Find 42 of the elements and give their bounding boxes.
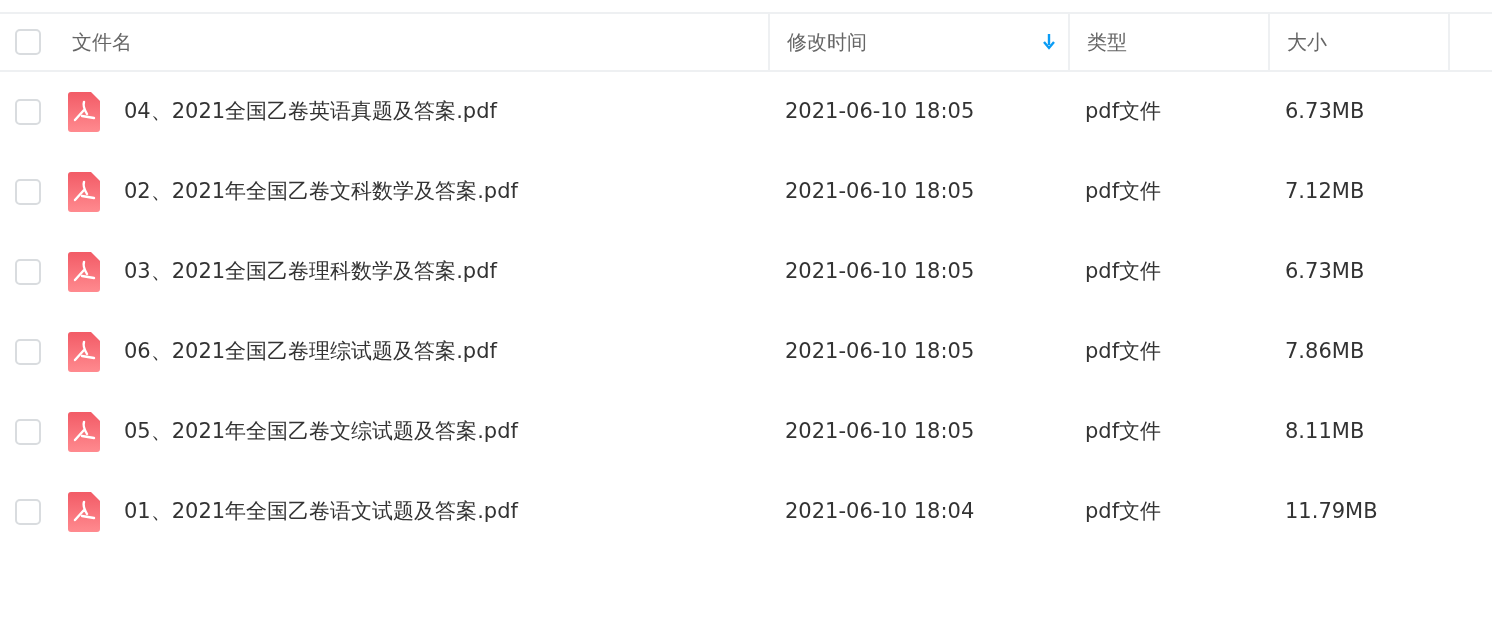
sort-arrow-icon[interactable] [1042,33,1056,51]
modified-time: 2021-06-10 18:05 [785,418,975,446]
file-type: pdf文件 [1085,498,1162,526]
file-name[interactable]: 03、2021全国乙卷理科数学及答案.pdf [124,256,497,288]
column-header[interactable]: 修改时间 [787,27,867,57]
file-name[interactable]: 02、2021年全国乙卷文科数学及答案.pdf [124,176,518,208]
file-name[interactable]: 06、2021全国乙卷理综试题及答案.pdf [124,336,497,368]
column-header[interactable]: 文件名 [72,27,132,57]
pdf-file-icon [68,332,100,372]
file-size: 8.11MB [1285,418,1365,446]
checkbox[interactable] [15,339,41,365]
file-type: pdf文件 [1085,258,1162,286]
file-name[interactable]: 01、2021年全国乙卷语文试题及答案.pdf [124,496,518,528]
file-name[interactable]: 04、2021全国乙卷英语真题及答案.pdf [124,96,497,128]
pdf-file-icon [68,172,100,212]
checkbox[interactable] [15,29,41,55]
column-header[interactable]: 大小 [1287,27,1327,57]
checkbox[interactable] [15,99,41,125]
file-size: 6.73MB [1285,258,1365,286]
pdf-file-icon [68,92,100,132]
checkbox[interactable] [15,259,41,285]
checkbox[interactable] [15,499,41,525]
modified-time: 2021-06-10 18:05 [785,338,975,366]
checkbox[interactable] [15,419,41,445]
pdf-file-icon [68,492,100,532]
file-name[interactable]: 05、2021年全国乙卷文综试题及答案.pdf [124,416,518,448]
file-type: pdf文件 [1085,98,1162,126]
file-type: pdf文件 [1085,418,1162,446]
pdf-file-icon [68,252,100,292]
checkbox[interactable] [15,179,41,205]
file-type: pdf文件 [1085,338,1162,366]
modified-time: 2021-06-10 18:05 [785,258,975,286]
file-size: 11.79MB [1285,498,1378,526]
file-size: 6.73MB [1285,98,1365,126]
modified-time: 2021-06-10 18:04 [785,498,975,526]
file-type: pdf文件 [1085,178,1162,206]
file-size: 7.12MB [1285,178,1365,206]
modified-time: 2021-06-10 18:05 [785,98,975,126]
file-size: 7.86MB [1285,338,1365,366]
pdf-file-icon [68,412,100,452]
modified-time: 2021-06-10 18:05 [785,178,975,206]
column-header[interactable]: 类型 [1087,27,1127,57]
